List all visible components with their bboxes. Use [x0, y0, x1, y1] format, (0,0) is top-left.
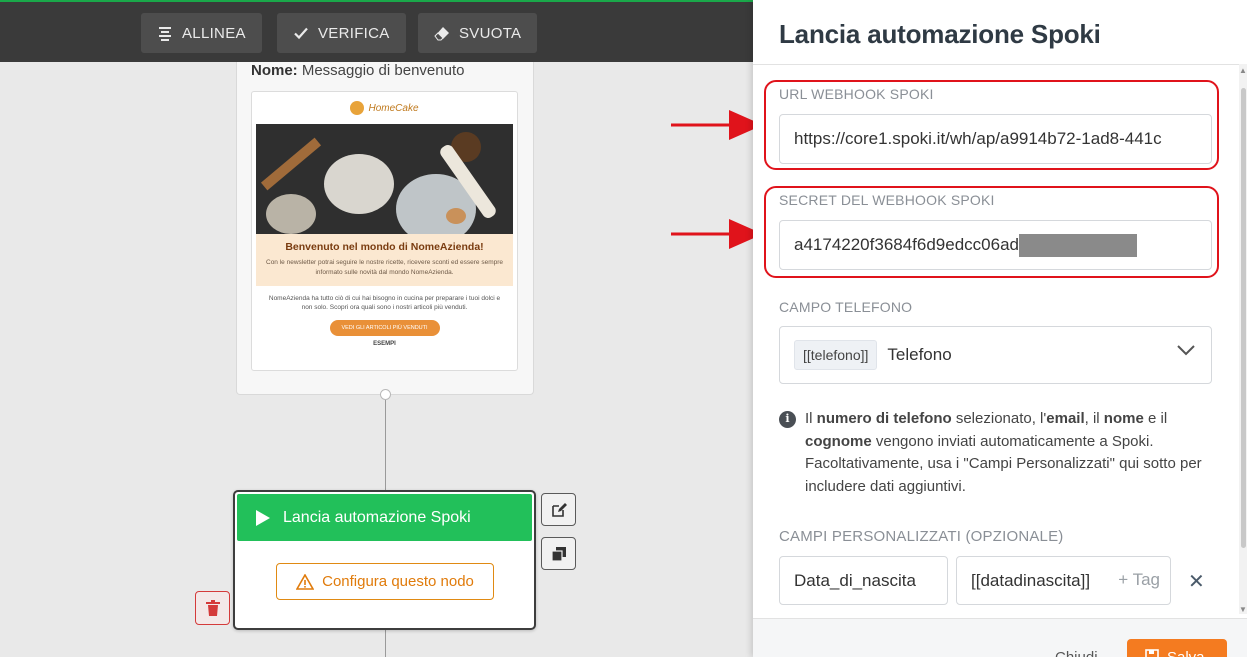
scroll-up-icon[interactable]: ▲	[1239, 66, 1247, 75]
email-welcome-band: Benvenuto nel mondo di NomeAzienda! Con …	[256, 234, 513, 286]
custom-field-value-input[interactable]: [[datadinascita]] + Tag	[956, 556, 1171, 605]
warning-icon	[296, 573, 315, 590]
phone-field-select[interactable]: [[telefono]] Telefono	[779, 326, 1212, 384]
align-button-label: ALLINEA	[182, 24, 246, 42]
flow-canvas[interactable]: Nome: Messaggio di benvenuto HomeCake Be…	[0, 62, 753, 657]
phone-variable-tag: [[telefono]]	[794, 340, 878, 370]
red-arrow-icon	[671, 219, 763, 249]
eraser-icon	[434, 27, 449, 41]
red-arrow-icon	[671, 110, 763, 140]
email-preview: HomeCake Benvenuto nel mondo di NomeAzie…	[251, 91, 518, 371]
top-toolbar: ALLINEA VERIFICA SVUOTA	[0, 0, 753, 62]
custom-field-name-input[interactable]: Data_di_nascita	[779, 556, 948, 605]
remove-custom-field-icon[interactable]: ✕	[1188, 569, 1205, 594]
webhook-url-label: URL WEBHOOK SPOKI	[779, 86, 934, 102]
email-node-name: Nome: Messaggio di benvenuto	[251, 62, 465, 79]
connector-line-out	[385, 629, 386, 657]
add-tag-button[interactable]: + Tag	[1112, 570, 1160, 590]
webhook-url-input[interactable]: https://core1.spoki.it/wh/ap/a9914b72-1a…	[779, 114, 1212, 164]
node-header: Lancia automazione Spoki	[237, 494, 532, 541]
email-hero-image	[256, 124, 513, 234]
custom-fields-label: CAMPI PERSONALIZZATI (OPZIONALE)	[779, 528, 1064, 545]
clear-button-label: SVUOTA	[459, 24, 522, 42]
align-button[interactable]: ALLINEA	[141, 13, 262, 53]
redaction-block	[1019, 233, 1137, 257]
align-icon	[159, 27, 171, 41]
save-button[interactable]: Salva	[1127, 639, 1227, 657]
delete-node-button[interactable]	[195, 591, 230, 625]
panel-title: Lancia automazione Spoki	[779, 19, 1101, 49]
spoki-action-node[interactable]: Lancia automazione Spoki Configura quest…	[233, 490, 536, 630]
connector-handle[interactable]	[380, 389, 391, 400]
chevron-down-icon	[1177, 345, 1195, 356]
info-icon: i	[779, 411, 796, 428]
duplicate-node-button[interactable]	[541, 537, 576, 570]
save-icon	[1145, 649, 1159, 657]
email-cta: VEDI GLI ARTICOLI PIÙ VENDUTI	[329, 320, 440, 336]
panel-footer: Chiudi Salva	[753, 618, 1247, 657]
phone-field-label: CAMPO TELEFONO	[779, 299, 913, 315]
clear-button[interactable]: SVUOTA	[418, 13, 538, 53]
scrollbar-thumb[interactable]	[1241, 88, 1246, 548]
email-footer: ESEMPI	[373, 341, 396, 347]
secret-input[interactable]: a4174220f3684f6d9edcc06ad	[779, 220, 1212, 270]
email-node[interactable]: Nome: Messaggio di benvenuto HomeCake Be…	[236, 62, 534, 395]
node-title: Lancia automazione Spoki	[283, 508, 471, 526]
panel-divider	[753, 64, 1247, 65]
trash-icon	[205, 600, 220, 616]
email-brand-logo: HomeCake	[252, 92, 517, 124]
copy-icon	[550, 546, 566, 562]
info-note: i Il numero di telefono selezionato, l'e…	[779, 408, 1209, 498]
email-body: NomeAzienda ha tutto ciò di cui hai biso…	[252, 286, 517, 358]
check-icon	[294, 27, 308, 40]
settings-panel: Lancia automazione Spoki URL WEBHOOK SPO…	[753, 0, 1247, 657]
verify-button[interactable]: VERIFICA	[277, 13, 406, 53]
configure-node-button[interactable]: Configura questo nodo	[276, 563, 494, 600]
edit-node-button[interactable]	[541, 493, 576, 526]
phone-selected-value: Telefono	[887, 345, 952, 364]
close-button[interactable]: Chiudi	[1055, 649, 1098, 657]
verify-button-label: VERIFICA	[318, 24, 390, 42]
connector-line	[385, 400, 386, 492]
edit-icon	[551, 502, 567, 517]
play-icon	[256, 509, 270, 526]
scroll-down-icon[interactable]: ▼	[1239, 605, 1247, 614]
secret-label: SECRET DEL WEBHOOK SPOKI	[779, 192, 995, 208]
